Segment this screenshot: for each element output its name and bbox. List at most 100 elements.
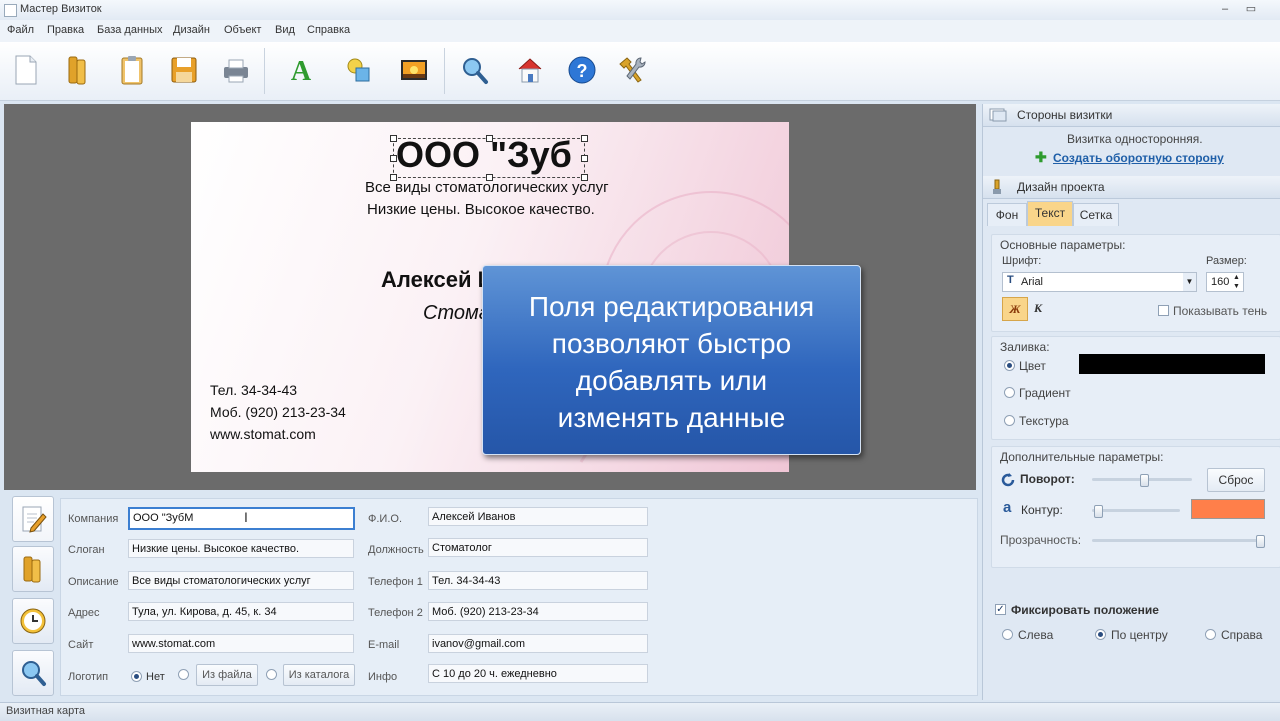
selection-handle[interactable] — [581, 155, 588, 162]
card-position[interactable]: Стома — [423, 302, 490, 325]
menu-help[interactable]: Справка — [307, 24, 350, 36]
tools-icon[interactable] — [614, 50, 654, 90]
minimize-button[interactable]: ‒ — [1214, 1, 1236, 17]
image-tool-icon[interactable] — [394, 50, 434, 90]
new-document-icon[interactable] — [6, 50, 46, 90]
email-input[interactable]: ivanov@gmail.com — [428, 634, 648, 653]
outline-icon: a — [1003, 499, 1012, 516]
bold-button[interactable]: Ж — [1002, 297, 1028, 321]
logo-from-file-button[interactable]: Из файла — [196, 664, 258, 686]
selection-handle[interactable] — [390, 135, 397, 142]
app-icon — [4, 4, 17, 17]
design-brush-icon — [993, 179, 1001, 194]
menu-file[interactable]: Файл — [7, 24, 34, 36]
zoom-icon[interactable] — [454, 50, 494, 90]
tab-text[interactable]: Текст — [1027, 201, 1073, 226]
rotation-slider-thumb[interactable] — [1140, 474, 1149, 487]
size-label: Размер: — [1206, 255, 1247, 267]
logo-from-catalog-button[interactable]: Из каталога — [283, 664, 355, 686]
info-input[interactable]: С 10 до 20 ч. ежедневно — [428, 664, 648, 683]
align-center-label: По центру — [1111, 628, 1168, 642]
sides-panel-title: Стороны визитки — [1017, 108, 1113, 122]
help-icon[interactable]: ? — [562, 50, 602, 90]
align-right-radio[interactable] — [1205, 629, 1216, 640]
logo-file-radio[interactable] — [178, 669, 189, 680]
transparency-slider[interactable] — [1092, 539, 1264, 542]
menu-database[interactable]: База данных — [97, 24, 163, 36]
menu-design[interactable]: Дизайн — [173, 24, 210, 36]
card-phone[interactable]: Тел. 34-34-43 — [210, 382, 297, 398]
fill-color-swatch[interactable] — [1079, 354, 1265, 374]
align-center-radio[interactable] — [1095, 629, 1106, 640]
align-left-radio[interactable] — [1002, 629, 1013, 640]
company-label: Компания — [68, 513, 119, 525]
fill-texture-radio[interactable] — [1004, 415, 1015, 426]
email-label: E-mail — [368, 639, 400, 651]
reset-button[interactable]: Сброс — [1207, 468, 1265, 492]
transparency-label: Прозрачность: — [1000, 533, 1082, 547]
selection-handle[interactable] — [486, 135, 493, 142]
design-panel-title: Дизайн проекта — [1017, 180, 1105, 194]
size-stepper[interactable]: 160 ▲ ▼ — [1206, 272, 1244, 292]
callout-line: позволяют быстро — [551, 328, 792, 359]
menu-view[interactable]: Вид — [275, 24, 295, 36]
create-back-side-link[interactable]: Создать оборотную сторону — [1053, 151, 1224, 165]
logo-label: Логотип — [68, 671, 109, 683]
phone2-input[interactable]: Моб. (920) 213-23-34 — [428, 602, 648, 621]
sides-panel-header[interactable]: Стороны визитки — [983, 104, 1280, 127]
card-mobile[interactable]: Моб. (920) 213-23-34 — [210, 404, 346, 420]
position-input[interactable]: Стоматолог — [428, 538, 648, 557]
fill-gradient-label: Градиент — [1019, 386, 1071, 400]
fio-input[interactable]: Алексей Иванов — [428, 507, 648, 526]
open-folder-icon[interactable] — [58, 50, 98, 90]
tab-grid[interactable]: Сетка — [1073, 203, 1119, 226]
save-icon[interactable] — [164, 50, 204, 90]
fill-gradient-radio[interactable] — [1004, 387, 1015, 398]
print-icon[interactable] — [216, 50, 256, 90]
maximize-button[interactable]: ▭ — [1240, 1, 1262, 17]
clock-icon — [20, 608, 46, 634]
logo-none-radio[interactable] — [131, 671, 142, 682]
shadow-checkbox[interactable] — [1158, 305, 1169, 316]
card-slogan[interactable]: Низкие цены. Высокое качество. — [367, 201, 595, 218]
company-input[interactable]: ООО "ЗубМ — [128, 507, 355, 530]
phone1-input[interactable]: Тел. 34-34-43 — [428, 571, 648, 590]
menu-object[interactable]: Объект — [224, 24, 261, 36]
card-site[interactable]: www.stomat.com — [210, 426, 316, 442]
slogan-input[interactable]: Низкие цены. Высокое качество. — [128, 539, 354, 558]
menu-bar: Файл Правка База данных Дизайн Объект Ви… — [0, 20, 1280, 42]
outline-color-swatch[interactable] — [1191, 499, 1265, 519]
logo-catalog-radio[interactable] — [266, 669, 277, 680]
stepper-arrows-icon[interactable]: ▲ ▼ — [1233, 273, 1240, 291]
history-button[interactable] — [12, 598, 54, 644]
fix-position-checkbox[interactable]: ✓ — [995, 604, 1006, 615]
outline-slider[interactable] — [1092, 509, 1180, 512]
search-button[interactable] — [12, 650, 54, 696]
description-input[interactable]: Все виды стоматологических услуг — [128, 571, 354, 590]
site-input[interactable]: www.stomat.com — [128, 634, 354, 653]
text-tool-icon[interactable]: A — [281, 50, 321, 90]
design-panel-header[interactable]: Дизайн проекта — [983, 176, 1280, 199]
tab-background[interactable]: Фон — [987, 203, 1027, 226]
italic-button[interactable]: К — [1034, 301, 1042, 316]
size-value: 160 — [1211, 276, 1230, 288]
catalog-button[interactable] — [12, 546, 54, 592]
shapes-tool-icon[interactable] — [338, 50, 378, 90]
transparency-slider-thumb[interactable] — [1256, 535, 1265, 548]
fill-color-radio[interactable] — [1004, 360, 1015, 371]
edit-fields-button[interactable] — [12, 496, 54, 542]
font-type-icon: T — [1007, 274, 1014, 286]
menu-edit[interactable]: Правка — [47, 24, 84, 36]
chevron-down-icon[interactable]: ▼ — [1183, 273, 1196, 291]
selection-handle[interactable] — [390, 155, 397, 162]
basic-params-group: Основные параметры: Шрифт: Размер: T Ari… — [991, 234, 1280, 332]
toolbar-separator — [444, 48, 445, 94]
clipboard-icon[interactable] — [112, 50, 152, 90]
address-input[interactable]: Тула, ул. Кирова, д. 45, к. 34 — [128, 602, 354, 621]
font-select[interactable]: T Arial ▼ — [1002, 272, 1197, 292]
fields-form: Компания ООО "ЗубМ I Слоган Низкие цены.… — [60, 498, 978, 696]
selection-handle[interactable] — [581, 135, 588, 142]
card-description[interactable]: Все виды стоматологических услуг — [365, 179, 609, 196]
home-icon[interactable] — [510, 50, 550, 90]
outline-slider-thumb[interactable] — [1094, 505, 1103, 518]
